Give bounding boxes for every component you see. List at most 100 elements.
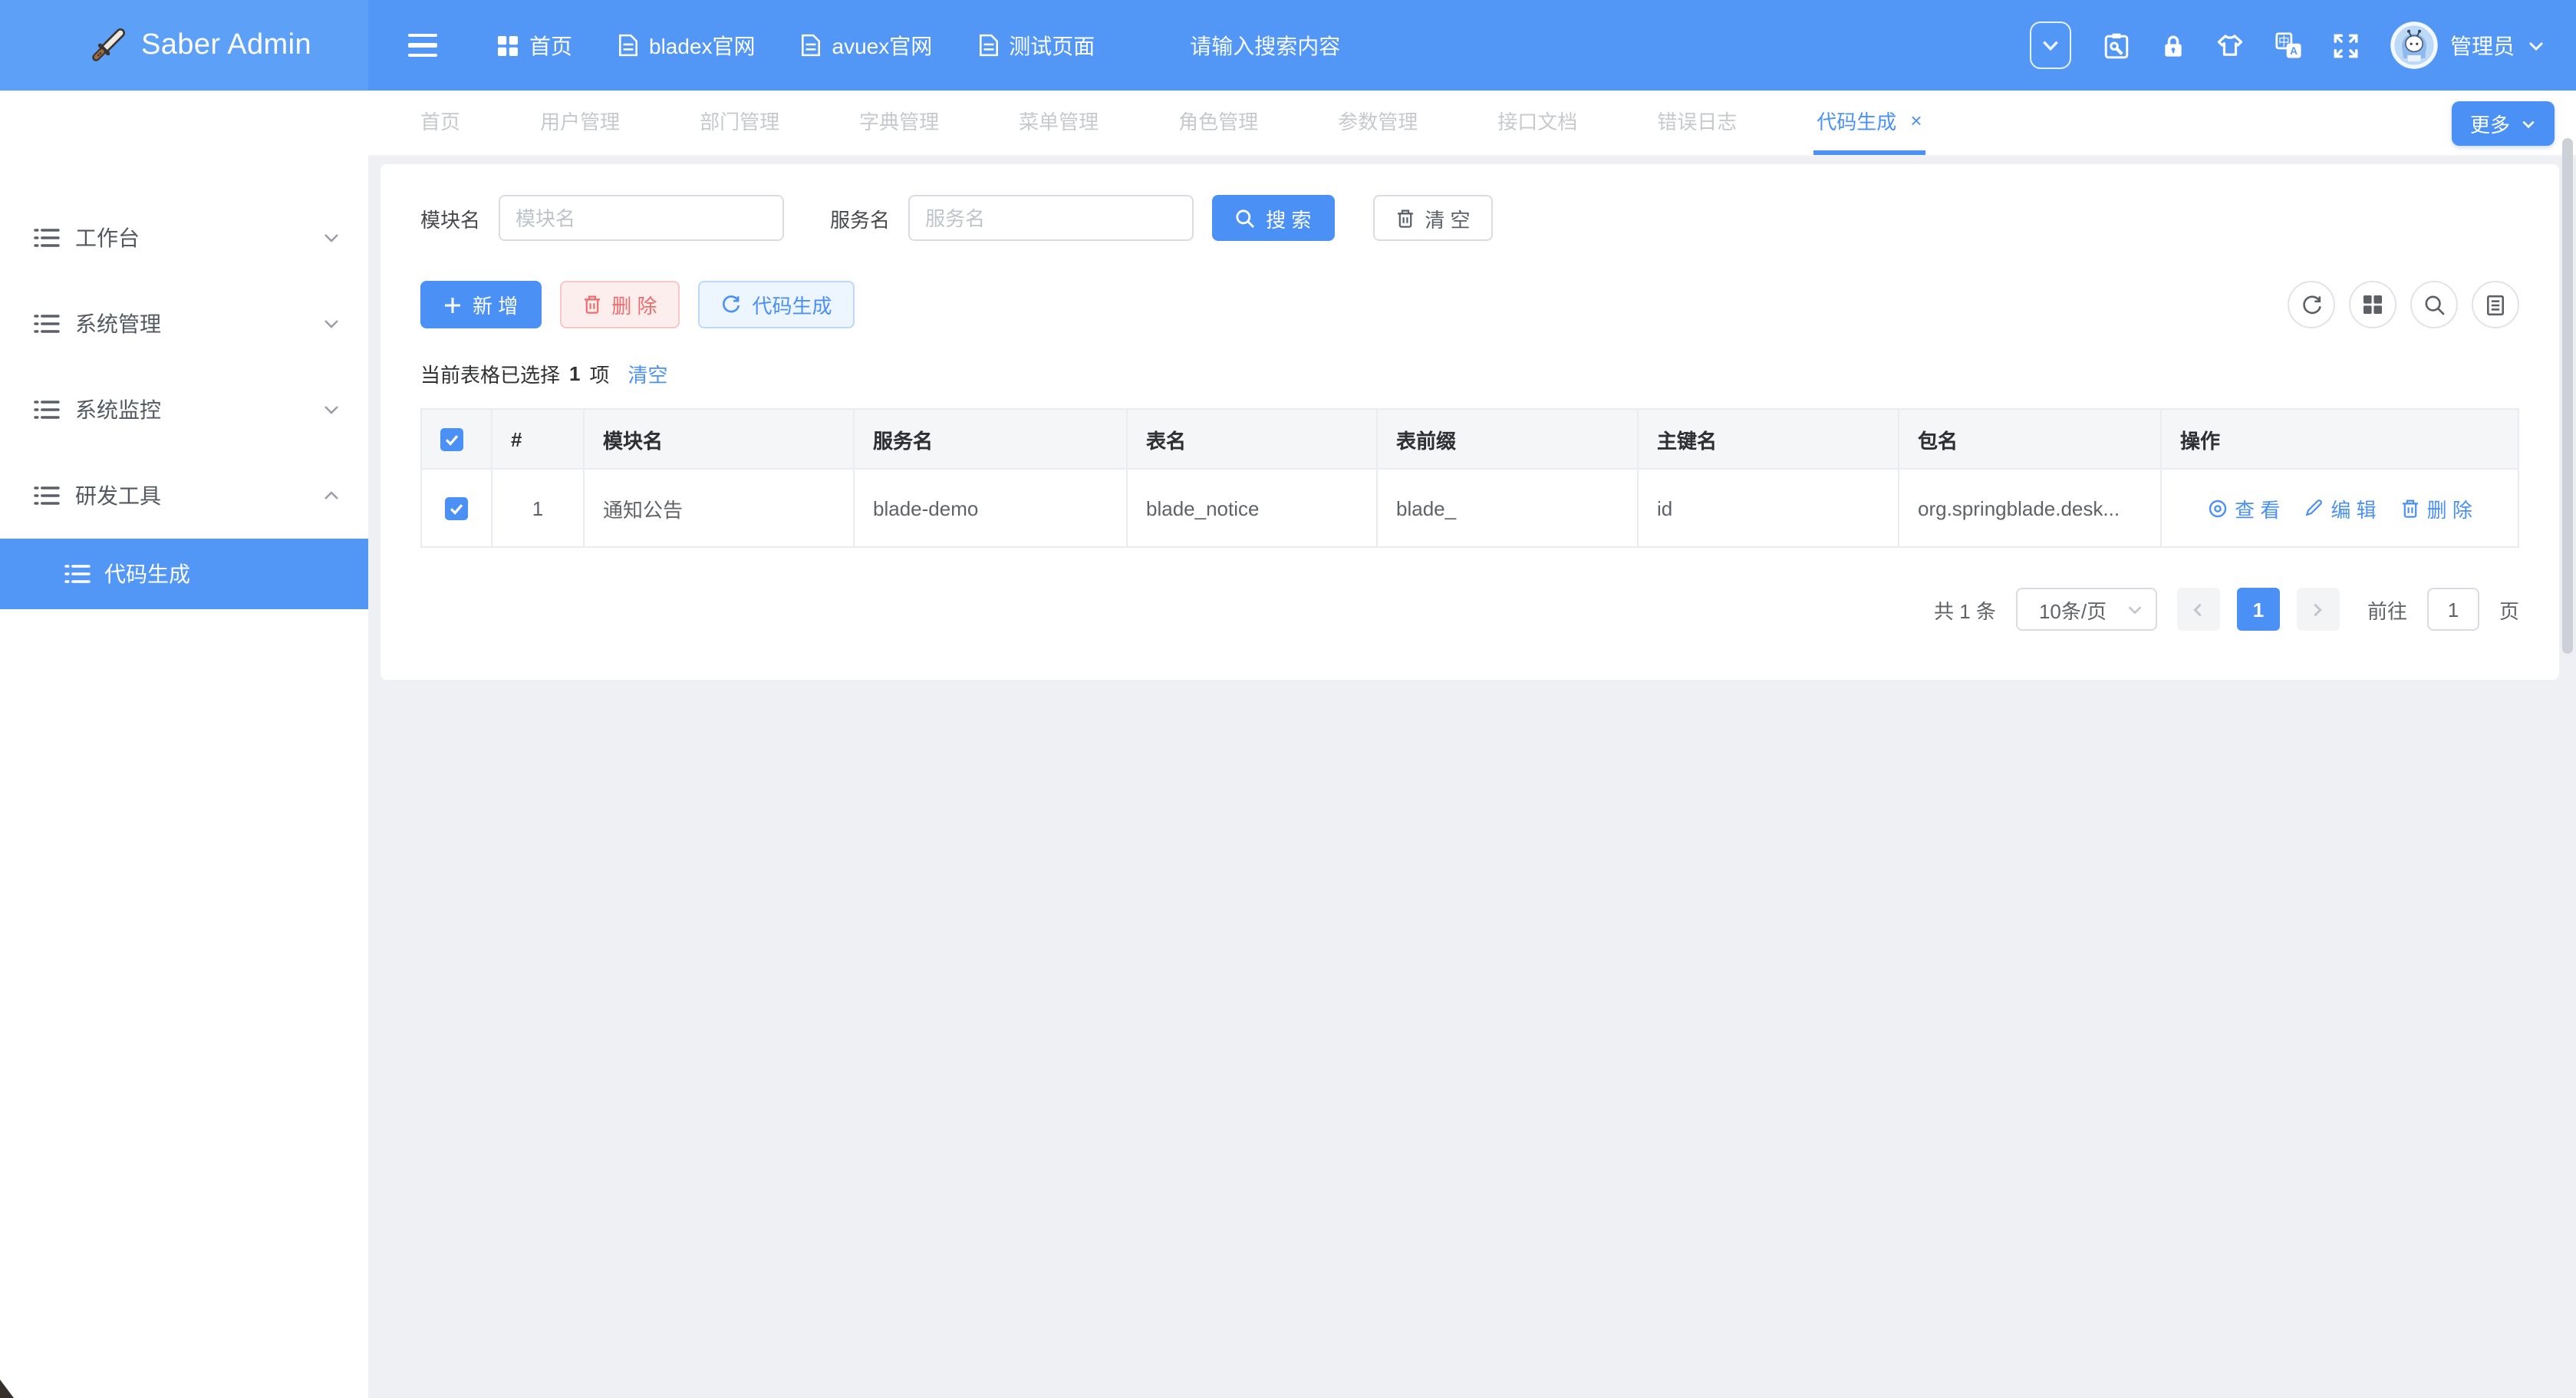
density-menu-button[interactable] bbox=[2472, 281, 2519, 328]
chevron-down-icon bbox=[2527, 36, 2545, 54]
collapse-chevron-button[interactable] bbox=[2030, 21, 2071, 69]
menu-collapse-icon[interactable] bbox=[396, 18, 451, 73]
clear-button[interactable]: 清 空 bbox=[1372, 195, 1493, 241]
add-button[interactable]: 新 增 bbox=[420, 281, 541, 328]
prev-page-button[interactable] bbox=[2177, 588, 2220, 631]
sidebar-item-system-monitor[interactable]: 系统监控 bbox=[0, 367, 368, 453]
sidebar-item-system-management[interactable]: 系统管理 bbox=[0, 281, 368, 367]
chevron-down-icon bbox=[2126, 601, 2143, 618]
trash-icon bbox=[1395, 208, 1414, 228]
nav-bladex-label: bladex官网 bbox=[649, 30, 756, 61]
grid-squares-icon bbox=[497, 35, 519, 56]
code-generation-panel: 模块名 服务名 搜 索 清 空 新 增 bbox=[380, 164, 2559, 680]
filter-row: 模块名 服务名 搜 索 清 空 bbox=[420, 195, 2519, 241]
top-nav: 首页 bladex官网 avuex官网 bbox=[368, 0, 2576, 91]
refresh-button[interactable] bbox=[2288, 281, 2335, 328]
close-tab-icon[interactable]: × bbox=[1910, 110, 1922, 130]
list-icon bbox=[34, 399, 60, 420]
nav-home-label: 首页 bbox=[529, 30, 572, 61]
app-title: Saber Admin bbox=[141, 28, 311, 62]
lock-icon[interactable] bbox=[2162, 33, 2185, 58]
pencil-icon bbox=[2304, 499, 2323, 517]
column-settings-button[interactable] bbox=[2349, 281, 2396, 328]
clear-selection-link[interactable]: 清空 bbox=[628, 358, 668, 387]
document-icon bbox=[618, 34, 638, 57]
tab-dictionary-management[interactable]: 字典管理 bbox=[856, 91, 942, 155]
tab-bar: 首页 用户管理 部门管理 字典管理 菜单管理 角色管理 参数管理 接口文档 错误… bbox=[368, 91, 2576, 157]
more-tabs-button[interactable]: 更多 bbox=[2452, 101, 2555, 146]
tab-menu-management[interactable]: 菜单管理 bbox=[1016, 91, 1102, 155]
list-icon bbox=[34, 485, 60, 506]
document-icon bbox=[978, 34, 998, 57]
goto-page-input[interactable] bbox=[2427, 588, 2479, 631]
fullscreen-icon[interactable] bbox=[2334, 33, 2358, 58]
tab-api-docs[interactable]: 接口文档 bbox=[1494, 91, 1580, 155]
list-icon bbox=[34, 227, 60, 249]
col-header-prefix: 表前缀 bbox=[1377, 409, 1638, 469]
col-header-table: 表名 bbox=[1127, 409, 1377, 469]
select-all-checkbox[interactable] bbox=[440, 428, 463, 451]
nav-avuex-label: avuex官网 bbox=[832, 30, 933, 61]
sidebar-item-label: 代码生成 bbox=[104, 559, 190, 589]
edit-row-link[interactable]: 编 辑 bbox=[2304, 493, 2376, 523]
code-generation-table: # 模块名 服务名 表名 表前缀 主键名 包名 操作 bbox=[420, 408, 2519, 548]
code-generate-button[interactable]: 代码生成 bbox=[699, 281, 855, 328]
tab-code-generation[interactable]: 代码生成 × bbox=[1813, 91, 1925, 155]
page-size-select[interactable]: 10条/页 bbox=[2016, 588, 2157, 631]
search-icon bbox=[2423, 294, 2445, 315]
table-row: 1 通知公告 blade-demo blade_notice blade_ id… bbox=[421, 469, 2518, 547]
chevron-down-icon bbox=[2521, 116, 2536, 131]
row-checkbox[interactable] bbox=[445, 497, 468, 520]
sword-logo-icon bbox=[89, 27, 126, 64]
chevron-up-icon bbox=[322, 486, 341, 505]
refresh-icon bbox=[722, 295, 742, 315]
tab-home[interactable]: 首页 bbox=[417, 91, 463, 155]
module-name-input[interactable] bbox=[499, 195, 784, 241]
nav-item-test-page[interactable]: 测试页面 bbox=[978, 30, 1095, 61]
selection-suffix: 项 bbox=[590, 358, 610, 387]
service-name-input[interactable] bbox=[908, 195, 1194, 241]
tab-department-management[interactable]: 部门管理 bbox=[697, 91, 782, 155]
tab-user-management[interactable]: 用户管理 bbox=[537, 91, 623, 155]
next-page-button[interactable] bbox=[2297, 588, 2340, 631]
trash-icon bbox=[582, 295, 601, 315]
chevron-left-icon bbox=[2190, 601, 2207, 618]
translate-icon[interactable]: 中 A bbox=[2275, 32, 2301, 58]
sidebar-item-code-generation[interactable]: 代码生成 bbox=[0, 539, 368, 609]
col-header-index: # bbox=[492, 409, 584, 469]
user-menu[interactable]: 管理员 bbox=[2390, 21, 2545, 69]
search-toggle-button[interactable] bbox=[2410, 281, 2458, 328]
pagination: 共 1 条 10条/页 1 前往 页 bbox=[420, 588, 2519, 631]
nav-item-bladex[interactable]: bladex官网 bbox=[618, 30, 756, 61]
topbar-actions: 中 A bbox=[2030, 21, 2545, 69]
nav-item-avuex[interactable]: avuex官网 bbox=[802, 30, 933, 61]
topbar-search-input[interactable]: 请输入搜索内容 bbox=[1190, 30, 1497, 61]
current-page-button[interactable]: 1 bbox=[2237, 588, 2280, 631]
refresh-icon bbox=[2301, 294, 2322, 315]
search-icon bbox=[1235, 208, 1255, 228]
delete-row-link[interactable]: 删 除 bbox=[2401, 493, 2472, 523]
tab-role-management[interactable]: 角色管理 bbox=[1175, 91, 1261, 155]
cell-package: org.springblade.desk... bbox=[1899, 469, 2161, 547]
nav-test-label: 测试页面 bbox=[1009, 30, 1095, 61]
svg-text:A: A bbox=[2290, 45, 2298, 57]
tab-error-log[interactable]: 错误日志 bbox=[1654, 91, 1740, 155]
delete-button[interactable]: 删 除 bbox=[559, 281, 680, 328]
theme-tshirt-icon[interactable] bbox=[2217, 34, 2243, 57]
sidebar-item-workbench[interactable]: 工作台 bbox=[0, 195, 368, 281]
vertical-scrollbar[interactable] bbox=[2562, 138, 2573, 654]
sidebar-item-dev-tools[interactable]: 研发工具 bbox=[0, 453, 368, 539]
trash-icon bbox=[2401, 498, 2420, 518]
cell-module: 通知公告 bbox=[584, 469, 854, 547]
goto-unit: 页 bbox=[2499, 595, 2519, 624]
app-logo: Saber Admin bbox=[0, 0, 368, 91]
nav-item-home[interactable]: 首页 bbox=[497, 30, 572, 61]
selection-count: 1 bbox=[569, 361, 580, 384]
clipboard-tools-icon[interactable] bbox=[2103, 31, 2130, 59]
view-row-link[interactable]: 查 看 bbox=[2207, 493, 2280, 523]
list-icon bbox=[34, 313, 60, 335]
tab-parameter-management[interactable]: 参数管理 bbox=[1335, 91, 1421, 155]
search-button[interactable]: 搜 索 bbox=[1212, 195, 1334, 241]
table-header-row: # 模块名 服务名 表名 表前缀 主键名 包名 操作 bbox=[421, 409, 2518, 469]
chevron-down-icon bbox=[322, 401, 341, 419]
